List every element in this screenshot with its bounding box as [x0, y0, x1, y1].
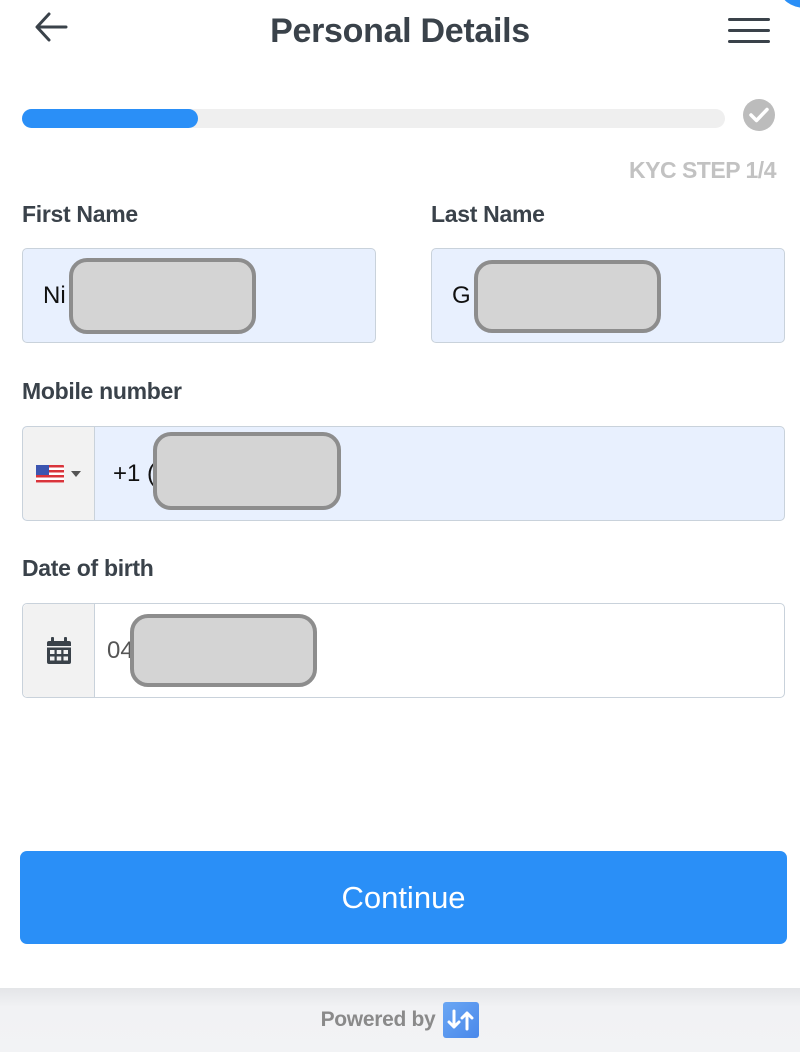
redaction-overlay [474, 260, 661, 333]
first-name-label: First Name [22, 201, 138, 227]
hamburger-line [728, 40, 770, 43]
chevron-down-icon [71, 470, 81, 477]
hamburger-menu-icon [728, 18, 770, 21]
header: Personal Details [0, 0, 800, 70]
footer: Powered by [0, 988, 800, 1052]
brand-logo-icon [443, 1002, 480, 1038]
menu-button[interactable] [728, 18, 770, 50]
calendar-button[interactable] [23, 604, 95, 697]
kyc-step-label: KYC STEP 1/4 [629, 157, 776, 183]
first-name-value: Ni [43, 281, 66, 309]
date-of-birth-input[interactable]: 04 [95, 637, 134, 665]
calendar-icon [46, 636, 71, 664]
country-code-dropdown[interactable] [23, 427, 95, 520]
redaction-overlay [69, 258, 256, 334]
last-name-label: Last Name [431, 201, 545, 227]
redaction-overlay [153, 432, 341, 510]
hamburger-line [728, 29, 770, 32]
last-name-value: G [452, 281, 471, 309]
redaction-overlay [130, 614, 317, 687]
date-of-birth-label: Date of birth [22, 555, 154, 581]
powered-by-text: Powered by [320, 1008, 436, 1031]
continue-button[interactable]: Continue [20, 851, 787, 944]
kyc-progress-bar [22, 109, 725, 128]
mobile-number-input[interactable]: +1 ( [95, 460, 155, 488]
us-flag-icon [36, 464, 64, 483]
check-circle-icon [743, 99, 775, 131]
mobile-number-field: +1 ( [22, 426, 785, 521]
mobile-number-label: Mobile number [22, 378, 182, 404]
page-title: Personal Details [270, 12, 530, 50]
progress-fill [22, 109, 198, 128]
